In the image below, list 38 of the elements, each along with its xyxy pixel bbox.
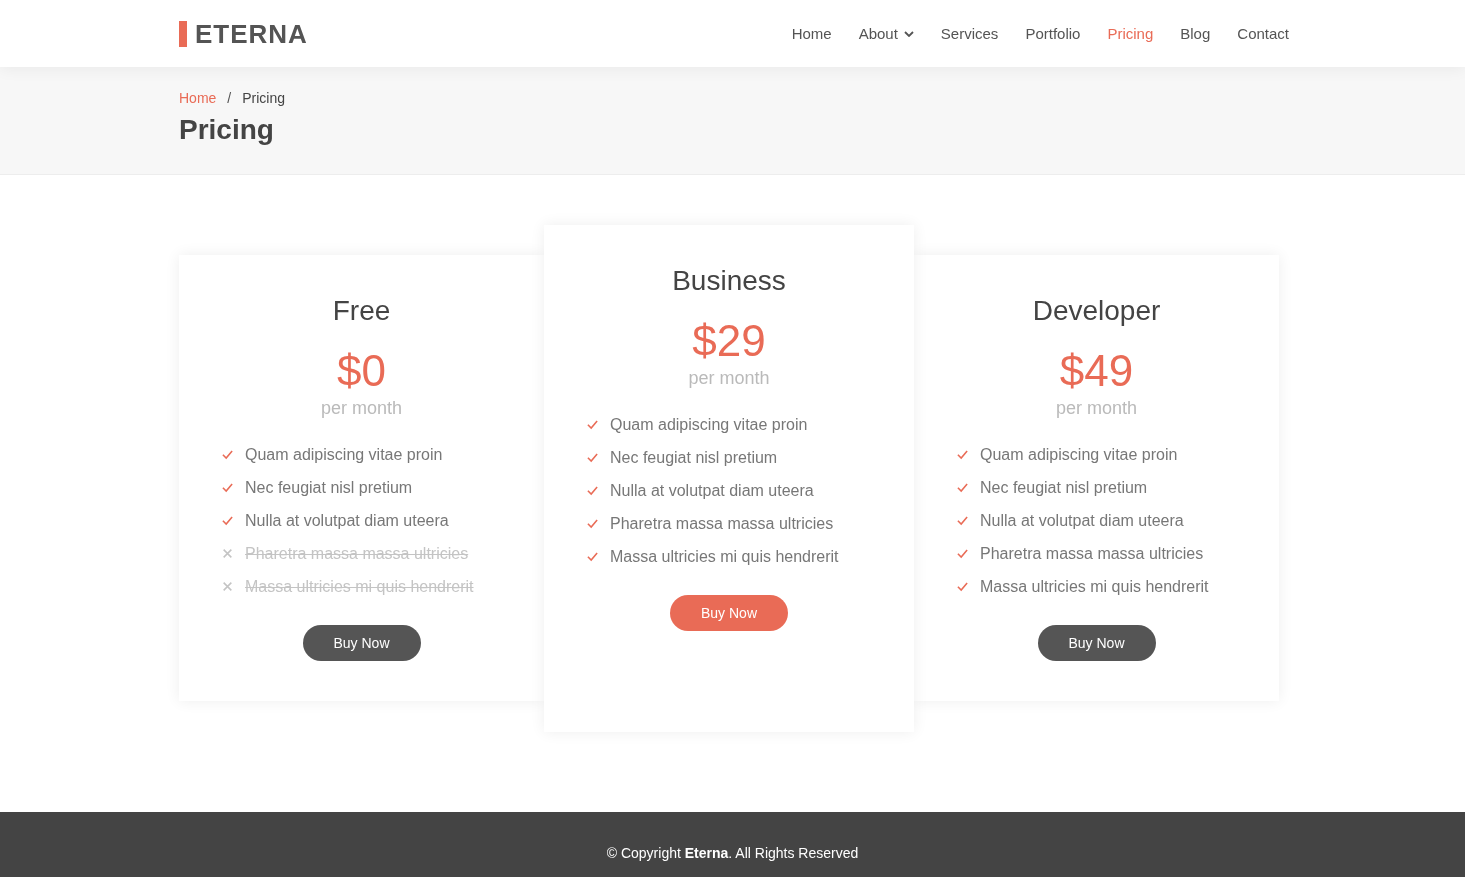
plan-price: $29 bbox=[692, 317, 766, 365]
feature-text: Nulla at volutpat diam uteera bbox=[980, 510, 1184, 531]
nav-link[interactable]: Portfolio bbox=[1025, 23, 1081, 44]
feature-text: Nec feugiat nisl pretium bbox=[245, 477, 413, 498]
plan-period: per month bbox=[1055, 397, 1137, 420]
page-title: Pricing bbox=[179, 113, 274, 147]
breadcrumb-current: Pricing bbox=[242, 89, 286, 108]
nav-link[interactable]: Services bbox=[940, 23, 999, 44]
feature-text: Quam adipiscing vitae proin bbox=[245, 444, 443, 465]
logo[interactable]: ETERNA bbox=[195, 18, 308, 49]
feature-text: Pharetra massa massa ultricies bbox=[980, 543, 1204, 564]
nav-link[interactable]: Home bbox=[791, 23, 832, 44]
feature-text: Quam adipiscing vitae proin bbox=[980, 444, 1178, 465]
feature-text: Pharetra massa massa ultricies bbox=[610, 513, 834, 534]
nav-link[interactable]: About bbox=[858, 23, 914, 44]
feature-text: Pharetra massa massa ultricies bbox=[245, 543, 469, 564]
feature-text: Quam adipiscing vitae proin bbox=[610, 414, 808, 435]
nav-link[interactable]: Blog bbox=[1180, 23, 1211, 44]
plan-price: $49 bbox=[1059, 347, 1134, 395]
feature-text: Nec feugiat nisl pretium bbox=[610, 447, 778, 468]
plan-name: Free bbox=[332, 295, 391, 327]
plan-price: $0 bbox=[337, 347, 386, 395]
breadcrumb-separator: / bbox=[227, 89, 232, 108]
buy-now-button[interactable]: Buy Now bbox=[1037, 625, 1156, 661]
plan-name: Developer bbox=[1032, 295, 1161, 327]
nav-link[interactable]: Contact bbox=[1237, 23, 1289, 44]
feature-text: Massa ultricies mi quis hendrerit bbox=[610, 546, 839, 567]
feature-text: Massa ultricies mi quis hendrerit bbox=[245, 576, 474, 597]
feature-text: Nulla at volutpat diam uteera bbox=[245, 510, 449, 531]
feature-text: Nec feugiat nisl pretium bbox=[980, 477, 1148, 498]
buy-now-button[interactable]: Buy Now bbox=[302, 625, 421, 661]
logo-bar-icon bbox=[179, 20, 187, 47]
plan-name: Business bbox=[672, 265, 786, 297]
copyright-text: © Copyright Eterna. All Rights Reserved bbox=[606, 844, 859, 863]
feature-text: Nulla at volutpat diam uteera bbox=[610, 480, 814, 501]
feature-text: Massa ultricies mi quis hendrerit bbox=[980, 576, 1209, 597]
plan-period: per month bbox=[320, 397, 402, 420]
plan-period: per month bbox=[688, 367, 770, 390]
